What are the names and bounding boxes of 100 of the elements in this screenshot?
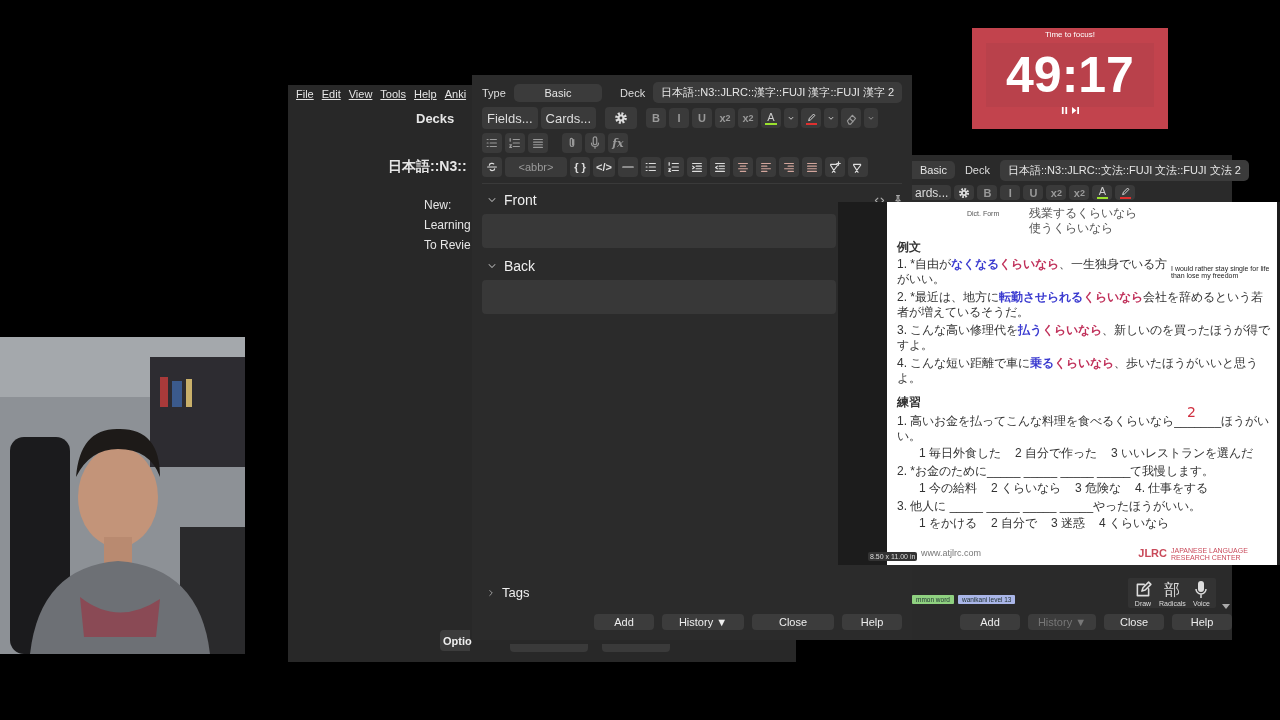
align-icon (531, 136, 545, 150)
answer-option: 3 迷惑 (1051, 516, 1086, 531)
note-type-field[interactable]: Basic (912, 161, 955, 179)
format-button[interactable]: </> (593, 157, 615, 177)
toolbar-button[interactable] (640, 157, 661, 177)
fields-button[interactable]: Fields... (482, 107, 538, 129)
format-button[interactable]: { } (570, 157, 590, 177)
type-label: Type (482, 86, 506, 99)
menu-item[interactable]: Edit (321, 88, 341, 100)
text-color-button[interactable]: A (1092, 185, 1113, 200)
toolbar-button[interactable] (801, 157, 822, 177)
dialog-button[interactable]: Close (752, 614, 834, 630)
stat-label: Learning (424, 218, 471, 232)
logo-text: JLRC (1138, 546, 1167, 561)
text-color-button[interactable]: A (761, 108, 782, 128)
toolbar-button[interactable] (732, 157, 753, 177)
eraser-button[interactable] (841, 108, 862, 128)
numbered-list-icon (508, 136, 522, 150)
answer-option: 1 毎日外食した (919, 446, 1001, 461)
draw-icon (1134, 581, 1152, 599)
toolbar-button[interactable] (824, 157, 845, 177)
field-label[interactable]: Back (504, 258, 536, 274)
toolbar-button[interactable] (755, 157, 776, 177)
align-left-icon (758, 160, 773, 174)
toolbar-button[interactable] (663, 157, 684, 177)
answer-option: 1 をかける (919, 516, 977, 531)
cards-button[interactable]: ards... (912, 185, 952, 200)
deck-label: Deck (964, 164, 990, 176)
note-type-field[interactable]: Basic (513, 83, 603, 102)
numbered-list-icon (666, 160, 681, 174)
toolbar-button[interactable] (528, 133, 548, 153)
dialog-button[interactable]: Add (594, 614, 654, 630)
dialog-button[interactable]: Help (842, 614, 902, 630)
answer-option: 3 危険な (1075, 481, 1122, 496)
toolbar-button[interactable] (562, 133, 582, 153)
microphone-icon (1195, 581, 1208, 599)
skip-icon[interactable] (1072, 107, 1079, 114)
stat-label: To Revie (424, 238, 471, 252)
deck-name: 日本語::N3:: (388, 158, 467, 176)
timer-display: 49:17 (986, 43, 1154, 107)
align-center-icon (735, 160, 750, 174)
answer-option: 4 くらいなら (1099, 516, 1170, 531)
options-button[interactable]: Optio (440, 630, 470, 651)
answer-option: 2 自分で作った (1015, 446, 1098, 461)
toolbar-button[interactable] (686, 157, 707, 177)
pen-icon (805, 111, 817, 123)
microphone-icon (588, 136, 602, 150)
dialog-button[interactable]: Help (1172, 614, 1232, 630)
toolbar-button[interactable] (482, 157, 502, 177)
cards-button[interactable]: Cards... (540, 107, 597, 129)
answer-option: 2 自分で (991, 516, 1038, 531)
settings-button[interactable] (605, 107, 638, 129)
settings-icon (958, 186, 971, 199)
toolbar-button[interactable] (505, 133, 525, 153)
settings-button[interactable] (954, 185, 975, 200)
toolbar-button[interactable] (585, 133, 605, 153)
tags-label[interactable]: Tags (502, 585, 530, 600)
answer-option: 3 いいレストランを選んだ (1111, 446, 1254, 461)
section-heading: 例文 (897, 240, 922, 255)
indent-icon (689, 160, 704, 174)
menu-item[interactable]: View (348, 88, 373, 100)
align-icon (804, 160, 819, 174)
dropdown-arrow-icon[interactable] (1222, 604, 1230, 610)
align-right-icon (781, 160, 796, 174)
deck-field[interactable]: 日本語::N3::JLRC::漢字::FUJI 漢字::FUJI 漢字 2 (653, 82, 902, 103)
menu-item[interactable]: Tools (380, 88, 407, 100)
bullet-list-icon (643, 160, 658, 174)
dialog-button[interactable]: Add (960, 614, 1020, 630)
dictionary-form: 残業するくらいなら (1029, 206, 1138, 221)
settings-icon (614, 111, 629, 125)
example-sentence: 1. *自由がなくなる くらいなら、一生独身でいる方がいい。 (897, 257, 1168, 287)
answer-option: 1 今の給料 (919, 481, 977, 496)
deck-label: Deck (620, 86, 646, 99)
example-sentence: 2. *最近は、地方に転勤させられる くらいなら会社を辞めるという若者が増えているそうだ。 (897, 290, 1264, 320)
dialog-button[interactable]: History ▼ (662, 614, 744, 630)
highlight-button[interactable] (801, 108, 822, 128)
strikethrough-icon (485, 160, 499, 174)
question-text: 3. 他人に _____ _____ _____ _____やったほうがいい。 (897, 499, 1202, 513)
toolbar-button[interactable] (617, 157, 638, 177)
menu-item[interactable]: File (296, 88, 314, 100)
menu-item[interactable]: Help (414, 88, 437, 100)
toolbar-button[interactable] (709, 157, 730, 177)
outdent-icon (712, 160, 727, 174)
dictionary-form: 使うくらいなら (1029, 221, 1115, 236)
highlight-button[interactable] (1115, 185, 1136, 200)
pause-icon[interactable] (1061, 107, 1068, 114)
deck-field[interactable]: 日本語::N3::JLRC::文法::FUJI 文法::FUJI 文法 2 (999, 159, 1249, 181)
dialog-button[interactable]: Close (1104, 614, 1164, 630)
stat-label: New: (424, 198, 452, 212)
answer-option: 4. 仕事をする (1135, 481, 1209, 496)
toolbar-button[interactable] (847, 157, 868, 177)
field-label[interactable]: Front (504, 192, 537, 208)
timer-label: Time to focus! (1045, 30, 1095, 39)
toolbar-button[interactable] (778, 157, 799, 177)
example-sentence: 4. こんな短い距離で車に乗る くらいなら、歩いたほうがいいと思うよ。 (897, 356, 1260, 386)
pen-icon (1119, 186, 1131, 197)
window-title: Decks (416, 111, 455, 126)
menu-item[interactable]: Anki (444, 88, 467, 100)
toolbar-button[interactable] (482, 133, 502, 153)
bullet-list-icon (485, 136, 499, 150)
